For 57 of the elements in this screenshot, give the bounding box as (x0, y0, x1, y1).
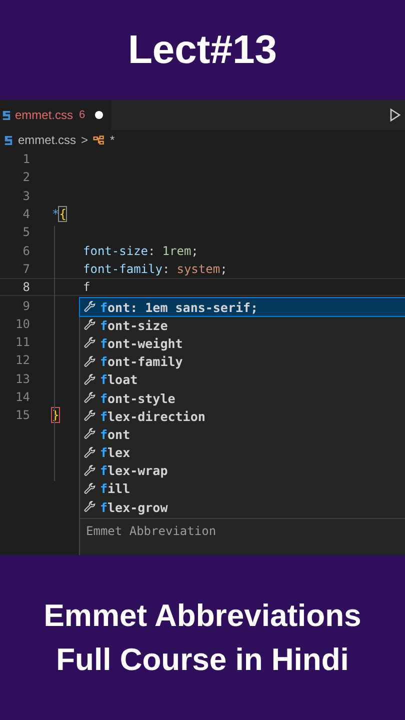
suggestion-item[interactable]: float (80, 370, 405, 389)
line-number: 3 (22, 188, 30, 203)
css-file-icon (4, 134, 13, 146)
selector-symbol-icon (93, 134, 106, 146)
tab-filename: emmet.css (15, 108, 74, 122)
file-tab[interactable]: emmet.css 6 (0, 100, 112, 130)
line-number: 2 (22, 170, 30, 184)
line-number: 6 (22, 244, 30, 258)
line-number: 10 (14, 316, 30, 331)
wrench-icon (84, 319, 96, 332)
code-text: font-family: system; (83, 262, 228, 276)
css-file-icon (2, 110, 11, 120)
line-number: 8 (22, 280, 30, 294)
breadcrumb-file[interactable]: emmet.css (18, 133, 76, 147)
breadcrumb-symbol[interactable]: * (110, 133, 115, 147)
run-icon[interactable] (389, 108, 401, 122)
line-number: 12 (14, 353, 30, 368)
code-text: f (83, 280, 90, 294)
suggestion-item[interactable]: font (80, 425, 405, 444)
wrench-icon (84, 392, 96, 404)
wrench-icon (84, 428, 96, 440)
breadcrumb-separator: > (81, 133, 88, 147)
lecture-title: Lect#13 (128, 28, 277, 72)
code-text: *{ (52, 207, 66, 222)
suggestion-item[interactable]: flex (80, 444, 405, 462)
suggestion-item[interactable]: font-size (80, 316, 405, 334)
line-number: 13 (14, 372, 30, 386)
line-number: 5 (22, 225, 30, 240)
problem-count: 6 (79, 109, 86, 121)
wrench-icon (84, 301, 96, 314)
suggestion-item[interactable]: fill (80, 480, 405, 498)
course-title: Emmet Abbreviations (44, 596, 362, 634)
wrench-icon (84, 374, 96, 386)
wrench-icon (84, 356, 96, 368)
line-number: 4 (22, 207, 30, 222)
code-text: font-size: 1rem; (83, 244, 198, 258)
suggestion-item[interactable]: flex-grow (80, 498, 405, 516)
wrench-icon (84, 337, 96, 350)
line-number: 1 (22, 152, 30, 166)
line-number: 9 (22, 298, 30, 313)
line-number: 15 (14, 408, 30, 422)
suggestion-item[interactable]: flex-direction (80, 407, 405, 426)
wrench-icon (84, 482, 96, 495)
line-number: 7 (22, 262, 30, 276)
wrench-icon (84, 410, 96, 422)
wrench-icon (84, 464, 96, 477)
suggestion-detail: Emmet Abbreviation (86, 524, 216, 538)
suggestion-item[interactable]: font-style (80, 388, 405, 408)
line-number: 14 (14, 390, 30, 404)
wrench-icon (84, 501, 96, 514)
suggestion-item[interactable]: flex-wrap (80, 462, 405, 480)
suggestion-item[interactable]: font-family (80, 352, 405, 371)
suggestion-item[interactable]: font-weight (80, 334, 405, 353)
line-number: 11 (14, 335, 30, 350)
course-title: Full Course in Hindi (56, 640, 349, 678)
wrench-icon (84, 446, 96, 459)
suggestion-item[interactable]: font: 1em sans-serif; (80, 298, 405, 316)
